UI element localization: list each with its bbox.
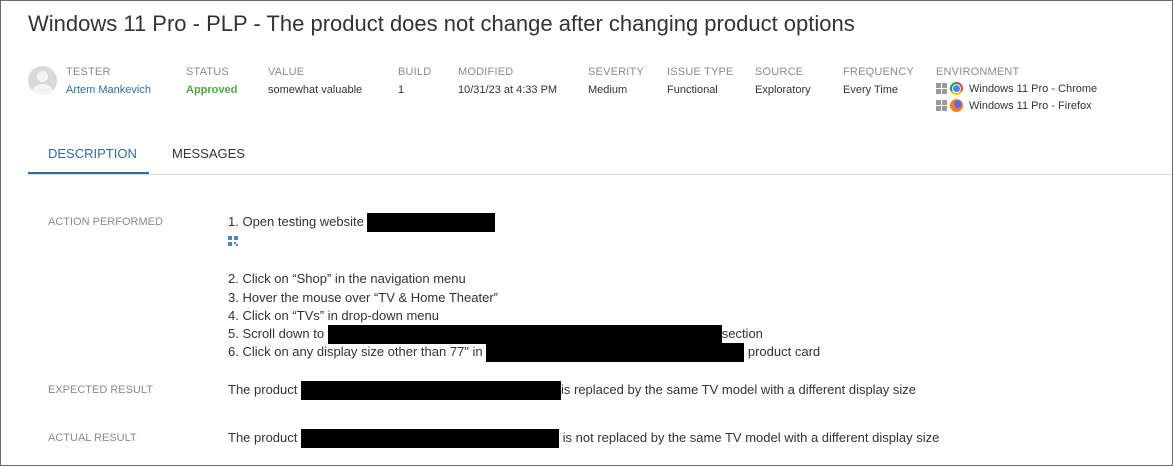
actual-result-text: The product is not replaced by the same … xyxy=(228,429,939,448)
page-title: Windows 11 Pro - PLP - The product does … xyxy=(28,11,855,36)
status-badge: Approved xyxy=(186,84,238,96)
action-performed-label: ACTION PERFORMED xyxy=(48,216,163,228)
severity-text: Medium xyxy=(588,84,628,96)
step-text: 4. Click on “TVs” in drop-down menu xyxy=(228,308,439,323)
windows-icon xyxy=(936,83,947,94)
step-text: 3. Hover the mouse over “TV & Home Theat… xyxy=(228,290,498,305)
meta-severity: SEVERITY Medium xyxy=(588,66,644,96)
tester-link[interactable]: Artem Mankevich xyxy=(66,84,151,96)
step-5: 5. Scroll down to section xyxy=(228,325,763,344)
actual-result-label: ACTUAL RESULT xyxy=(48,432,137,444)
result-text-after: is not replaced by the same TV model wit… xyxy=(559,429,940,445)
source-label: SOURCE xyxy=(755,66,804,78)
environment-item-chrome: Windows 11 Pro - Chrome xyxy=(936,82,1097,95)
meta-environment: ENVIRONMENT Windows 11 Pro - Chrome Wind… xyxy=(936,66,1097,112)
meta-frequency: FREQUENCY Every Time xyxy=(843,66,914,96)
environment-item-label: Windows 11 Pro - Firefox xyxy=(969,99,1092,112)
environment-label: ENVIRONMENT xyxy=(936,66,1020,78)
step-text: 5. Scroll down to xyxy=(228,325,328,341)
result-text-after: is replaced by the same TV model with a … xyxy=(561,381,917,397)
tab-messages[interactable]: MESSAGES xyxy=(172,146,245,161)
redacted-block xyxy=(486,343,745,362)
result-text-before: The product xyxy=(228,429,301,445)
avatar xyxy=(28,66,57,95)
meta-tester: TESTER Artem Mankevich xyxy=(66,66,151,96)
expected-result-text: The product is replaced by the same TV m… xyxy=(228,381,916,400)
meta-status: STATUS Approved xyxy=(186,66,237,96)
meta-source: SOURCE Exploratory xyxy=(755,66,811,96)
status-label: STATUS xyxy=(186,66,229,78)
step-text: 6. Click on any display size other than … xyxy=(228,343,487,359)
tab-description[interactable]: DESCRIPTION xyxy=(48,146,137,161)
meta-value: VALUE somewhat valuable xyxy=(268,66,362,96)
modified-text: 10/31/23 at 4:33 PM xyxy=(458,84,558,96)
redacted-block xyxy=(327,325,722,344)
chrome-icon xyxy=(950,82,963,95)
build-text: 1 xyxy=(398,84,405,96)
expected-result-label: EXPECTED RESULT xyxy=(48,384,153,396)
step-1: 1. Open testing website xyxy=(228,213,496,232)
environment-item-firefox: Windows 11 Pro - Firefox xyxy=(936,99,1097,112)
step-text: 2. Click on “Shop” in the navigation men… xyxy=(228,271,466,286)
avatar-head xyxy=(37,71,48,82)
environment-item-label: Windows 11 Pro - Chrome xyxy=(969,82,1098,95)
step-2: 2. Click on “Shop” in the navigation men… xyxy=(228,271,466,286)
step-4: 4. Click on “TVs” in drop-down menu xyxy=(228,308,439,323)
meta-build: BUILD 1 xyxy=(398,66,431,96)
windows-icon xyxy=(936,100,947,111)
severity-label: SEVERITY xyxy=(588,66,645,78)
step-6: 6. Click on any display size other than … xyxy=(228,343,820,362)
qr-code-icon[interactable] xyxy=(228,236,238,246)
modified-label: MODIFIED xyxy=(458,66,514,78)
source-text: Exploratory xyxy=(755,84,811,96)
step-3: 3. Hover the mouse over “TV & Home Theat… xyxy=(228,290,498,305)
avatar-body xyxy=(32,84,53,95)
issue-type-label: ISSUE TYPE xyxy=(667,66,734,78)
meta-issue-type: ISSUE TYPE Functional xyxy=(667,66,734,96)
tab-bar: DESCRIPTION MESSAGES xyxy=(28,136,1172,175)
step-text-after: section xyxy=(721,325,763,341)
redacted-block xyxy=(301,381,561,400)
value-text: somewhat valuable xyxy=(268,84,363,96)
step-text-after: product card xyxy=(744,343,821,359)
redacted-block xyxy=(301,429,559,448)
step-text: 1. Open testing website xyxy=(228,213,368,229)
frequency-label: FREQUENCY xyxy=(843,66,914,78)
active-tab-indicator xyxy=(28,172,149,174)
tester-label: TESTER xyxy=(66,66,111,78)
build-label: BUILD xyxy=(398,66,432,78)
frequency-text: Every Time xyxy=(843,84,899,96)
issue-type-text: Functional xyxy=(667,84,718,96)
value-label: VALUE xyxy=(268,66,305,78)
result-text-before: The product xyxy=(228,381,301,397)
meta-modified: MODIFIED 10/31/23 at 4:33 PM xyxy=(458,66,557,96)
redacted-block xyxy=(367,213,496,232)
firefox-icon xyxy=(950,99,963,112)
